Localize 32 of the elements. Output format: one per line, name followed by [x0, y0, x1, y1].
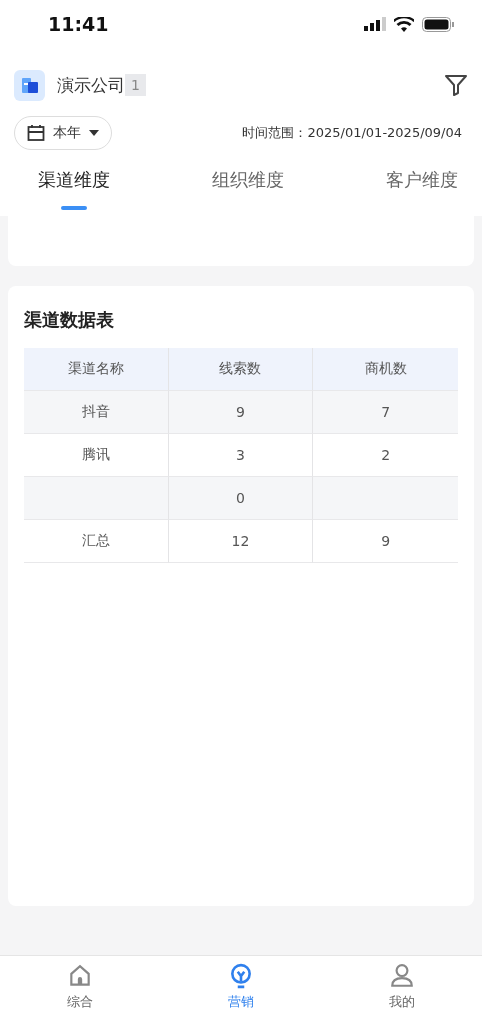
table-cell: 汇总: [24, 520, 169, 563]
nav-tab[interactable]: 我的: [351, 962, 452, 1033]
wifi-icon: [394, 16, 414, 32]
caret-icon: [89, 130, 99, 136]
column-header: 渠道名称: [24, 348, 169, 391]
column-header: 线索数: [168, 348, 314, 391]
battery-icon: [422, 16, 454, 32]
table-title: 渠道数据表: [24, 308, 115, 332]
column-header: 商机数: [313, 348, 458, 391]
nav-tab[interactable]: 营销: [191, 962, 291, 1033]
table-cell: 9: [168, 391, 314, 434]
table-cell: 3: [168, 434, 314, 477]
person-icon: [388, 963, 415, 989]
table-cell: 7: [313, 391, 458, 434]
filter-icon[interactable]: [444, 73, 468, 97]
signal-icon: [364, 17, 386, 31]
dimension-tab[interactable]: 渠道维度: [38, 156, 110, 216]
table-cell: 腾讯: [24, 434, 169, 477]
lightbulb-icon: [228, 963, 254, 989]
table-cell: 0: [168, 477, 314, 520]
company-logo-icon: [14, 69, 45, 101]
dimension-tab[interactable]: 客户维度: [386, 156, 458, 216]
time-range-text: 时间范围：2025/01/01-2025/09/04: [242, 124, 462, 142]
dimension-tab[interactable]: 组织维度: [212, 156, 284, 216]
calendar-icon: [27, 124, 45, 142]
company-name[interactable]: 演示公司: [57, 73, 125, 97]
status-time: 11:41: [48, 13, 109, 35]
table-cell: 抖音: [24, 391, 169, 434]
table-cell: 12: [168, 520, 314, 563]
period-dropdown[interactable]: 本年: [14, 116, 112, 150]
nav-tab[interactable]: 综合: [30, 962, 131, 1033]
company-count-badge: 1: [125, 74, 146, 96]
